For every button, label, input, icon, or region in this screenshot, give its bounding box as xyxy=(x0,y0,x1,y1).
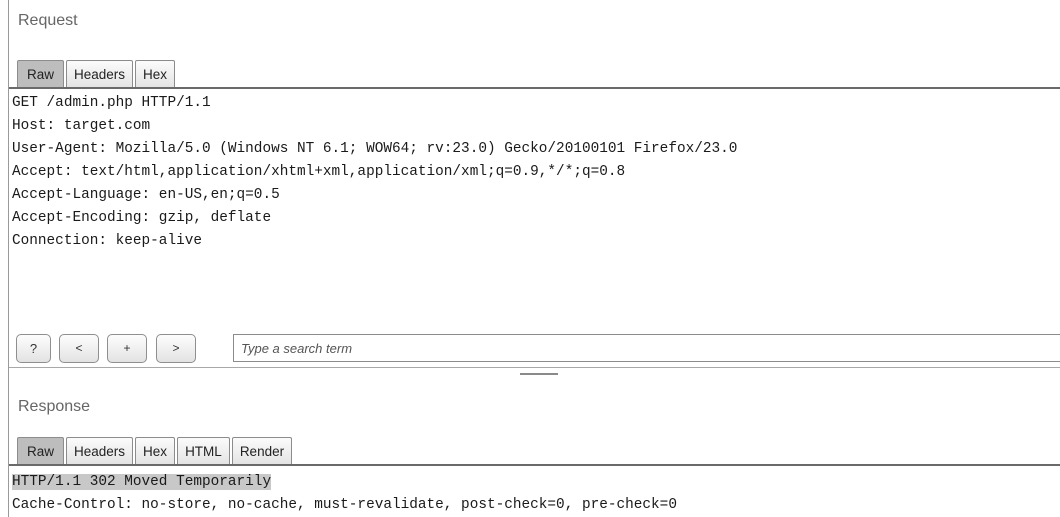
request-line: Accept: text/html,application/xhtml+xml,… xyxy=(12,164,626,180)
response-title: Response xyxy=(18,398,91,415)
next-button[interactable]: > xyxy=(156,334,196,363)
response-tab-raw[interactable]: Raw xyxy=(17,437,65,464)
request-line: Connection: keep-alive xyxy=(12,233,202,249)
response-tabbar: Raw Headers Hex HTML Render xyxy=(17,437,294,464)
request-tab-raw[interactable]: Raw xyxy=(17,60,65,87)
response-tab-render[interactable]: Render xyxy=(231,437,293,464)
request-tab-hex[interactable]: Hex xyxy=(135,60,176,87)
add-button[interactable]: + xyxy=(107,334,147,363)
response-tab-divider xyxy=(9,464,1060,466)
response-tab-html[interactable]: HTML xyxy=(177,437,230,464)
request-tabbar: Raw Headers Hex xyxy=(17,60,177,87)
request-line: GET /admin.php HTTP/1.1 xyxy=(12,95,211,111)
previous-button[interactable]: < xyxy=(59,334,99,363)
splitter-handle[interactable] xyxy=(520,373,558,375)
request-line: Host: target.com xyxy=(12,118,151,134)
request-title: Request xyxy=(18,12,78,29)
response-editor[interactable]: HTTP/1.1 302 Moved Temporarily Cache-Cont… xyxy=(12,471,1056,517)
request-line: Accept-Language: en-US,en;q=0.5 xyxy=(12,187,280,203)
panel-splitter[interactable] xyxy=(9,367,1060,368)
response-tab-headers[interactable]: Headers xyxy=(66,437,134,464)
request-editor[interactable]: GET /admin.php HTTP/1.1 Host: target.com U… xyxy=(12,92,1056,253)
left-border xyxy=(8,0,9,517)
search-input[interactable] xyxy=(233,334,1060,362)
help-button[interactable]: ? xyxy=(16,334,51,363)
request-line: Accept-Encoding: gzip, deflate xyxy=(12,210,272,226)
status-line-highlight: HTTP/1.1 302 Moved Temporarily xyxy=(12,474,272,490)
request-line: User-Agent: Mozilla/5.0 (Windows NT 6.1;… xyxy=(12,141,738,157)
response-line: HTTP/1.1 302 Moved Temporarily xyxy=(12,471,1056,494)
request-tab-divider xyxy=(9,87,1060,89)
response-tab-hex[interactable]: Hex xyxy=(135,437,176,464)
request-tab-headers[interactable]: Headers xyxy=(66,60,134,87)
response-line: Cache-Control: no-store, no-cache, must-… xyxy=(12,497,677,513)
